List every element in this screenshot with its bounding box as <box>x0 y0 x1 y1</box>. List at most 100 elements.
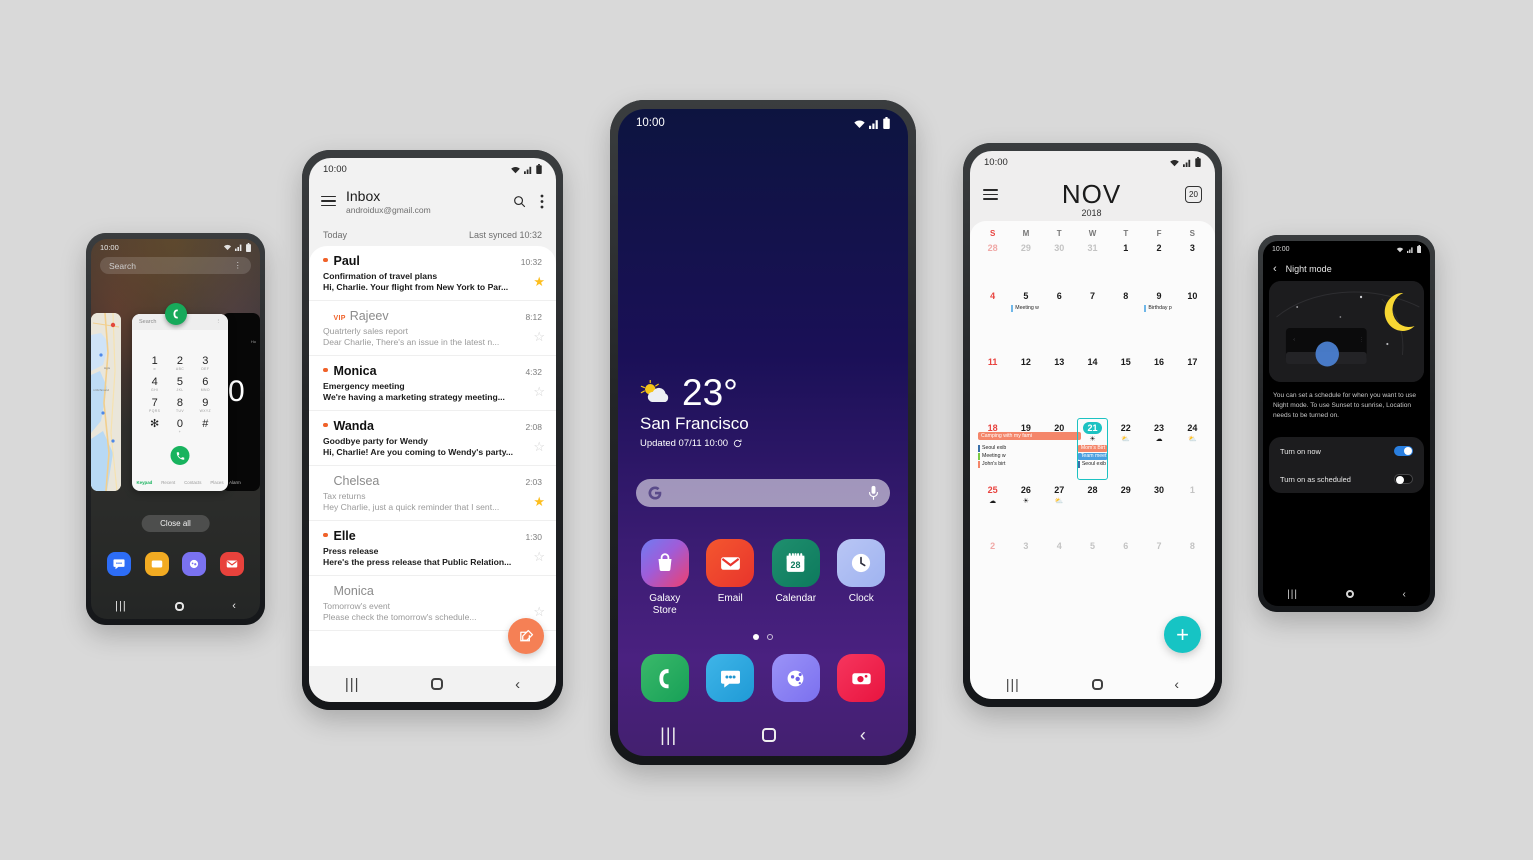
day-number[interactable]: 30 <box>1154 485 1164 495</box>
nav-back-button[interactable]: ‹ <box>1174 676 1179 692</box>
dial-key[interactable]: 0 + <box>167 419 192 435</box>
dial-key[interactable]: 8 TUV <box>167 398 192 414</box>
calendar-multiday-event[interactable]: Camping with my fami <box>978 432 1081 440</box>
contacts-app-icon[interactable] <box>182 552 207 576</box>
nav-home-button[interactable] <box>431 678 444 690</box>
day-number-selected[interactable]: 21 <box>1083 422 1102 434</box>
calendar-event[interactable]: Mom's Birt <box>1077 445 1108 452</box>
day-number[interactable]: 3 <box>1023 541 1028 551</box>
camera-app-icon[interactable] <box>837 654 886 702</box>
phone-app-icon[interactable] <box>164 303 187 325</box>
day-number[interactable]: 2 <box>1157 243 1162 253</box>
calendar-event[interactable]: Meeting w <box>978 453 1007 460</box>
search-icon[interactable] <box>512 194 527 209</box>
dial-key[interactable]: 5 JKL <box>167 377 192 393</box>
day-number[interactable]: 8 <box>1123 291 1128 301</box>
day-number[interactable]: 10 <box>1187 291 1197 301</box>
day-number[interactable]: 31 <box>1087 243 1097 253</box>
overflow-icon[interactable] <box>540 194 544 209</box>
nav-back-button[interactable]: ‹ <box>232 600 236 612</box>
app-clock[interactable]: Clock <box>833 539 889 617</box>
day-number[interactable]: 17 <box>1187 357 1197 367</box>
messages-app-icon[interactable] <box>106 552 131 576</box>
day-number[interactable]: 15 <box>1121 357 1131 367</box>
star-icon[interactable]: ☆ <box>533 550 545 563</box>
overflow-icon[interactable]: ⋮ <box>234 260 243 271</box>
table-row[interactable]: Chelsea 2:03 Tax returns Hey Charlie, ju… <box>309 466 556 521</box>
nav-recents-button[interactable]: ||| <box>660 725 677 746</box>
dialer-tab-recent[interactable]: Recent <box>161 480 175 485</box>
day-number[interactable]: 6 <box>1123 541 1128 551</box>
setting-turn-on-as-scheduled[interactable]: Turn on as scheduled <box>1269 465 1424 493</box>
star-icon[interactable]: ☆ <box>533 385 545 398</box>
star-icon[interactable]: ★ <box>533 275 545 288</box>
table-row[interactable]: Paul 10:32 Confirmation of travel plans … <box>309 246 556 301</box>
day-number[interactable]: 28 <box>988 243 998 253</box>
dialer-tab-keypad[interactable]: Keypad <box>136 480 152 485</box>
nav-recents-button[interactable]: ||| <box>345 676 360 693</box>
google-search-bar[interactable] <box>636 479 890 507</box>
recents-card-dialer[interactable]: Search ⋮ 1 ∞ 2 ABC 3 DEF 4 GHI 5 JKL 6 MNO 7 PQ… <box>132 314 228 491</box>
microphone-icon[interactable] <box>868 485 879 501</box>
app-email[interactable]: Email <box>702 539 758 617</box>
dial-key[interactable]: 9 WXYZ <box>193 398 218 414</box>
menu-icon[interactable] <box>983 186 998 203</box>
page-dot[interactable] <box>767 634 773 640</box>
star-icon[interactable]: ★ <box>533 495 545 508</box>
nav-home-button[interactable] <box>1091 678 1103 690</box>
call-button[interactable] <box>170 446 190 465</box>
dialer-tab-contacts[interactable]: Contacts <box>184 480 201 485</box>
calendar-event[interactable]: Seoul exib <box>978 445 1007 452</box>
weather-widget[interactable]: 23° San Francisco Updated 07/11 10:00 <box>640 374 749 450</box>
day-number[interactable]: 12 <box>1021 357 1031 367</box>
day-number[interactable]: 3 <box>1190 243 1195 253</box>
day-number[interactable]: 26 <box>1021 485 1031 495</box>
refresh-icon[interactable] <box>733 439 742 448</box>
today-button[interactable]: 20 <box>1185 186 1202 203</box>
dial-key[interactable]: 2 ABC <box>167 356 192 372</box>
day-number[interactable]: 23 <box>1154 423 1164 433</box>
messages-app-icon[interactable] <box>706 654 755 702</box>
nav-home-button[interactable] <box>174 601 184 611</box>
day-number[interactable]: 25 <box>988 485 998 495</box>
email-app-icon[interactable] <box>220 552 245 576</box>
recents-card-maps[interactable]: n Richmond Hgts <box>91 313 121 491</box>
calendar-grid[interactable]: S M T W T F S 28 29 30 31 1 2 3 4 5 Meet… <box>970 221 1215 669</box>
nav-back-button[interactable]: ‹ <box>860 725 866 746</box>
day-number[interactable]: 27 <box>1054 485 1064 495</box>
toggle-turn-on-now[interactable] <box>1394 446 1413 456</box>
day-number[interactable]: 9 <box>1157 291 1162 301</box>
day-number[interactable]: 24 <box>1187 423 1197 433</box>
day-number[interactable]: 28 <box>1087 485 1097 495</box>
day-number[interactable]: 29 <box>1021 243 1031 253</box>
calendar-event[interactable]: Birthday p <box>1144 305 1173 312</box>
table-row[interactable]: Wanda 2:08 Goodbye party for Wendy Hi, C… <box>309 411 556 466</box>
day-number[interactable]: 8 <box>1190 541 1195 551</box>
email-list[interactable]: Paul 10:32 Confirmation of travel plans … <box>309 246 556 666</box>
day-number[interactable]: 5 <box>1023 291 1028 301</box>
close-all-button[interactable]: Close all <box>141 515 210 532</box>
day-number[interactable]: 2 <box>990 541 995 551</box>
day-number[interactable]: 7 <box>1157 541 1162 551</box>
nav-recents-button[interactable]: ||| <box>1006 676 1020 692</box>
dial-key[interactable]: 6 MNO <box>193 377 218 393</box>
table-row[interactable]: Monica 4:32 Emergency meeting We're havi… <box>309 356 556 411</box>
dialer-tab-places[interactable]: Places <box>210 480 223 485</box>
nav-recents-button[interactable]: ||| <box>115 600 127 612</box>
dial-key[interactable]: 1 ∞ <box>142 356 167 372</box>
dial-key[interactable]: ✻ <box>142 419 167 434</box>
page-dot-active[interactable] <box>753 634 759 640</box>
day-number[interactable]: 4 <box>1057 541 1062 551</box>
app-calendar[interactable]: 28 Calendar <box>768 539 824 617</box>
day-number[interactable]: 13 <box>1054 357 1064 367</box>
gallery-app-icon[interactable] <box>144 552 169 576</box>
app-galaxy-store[interactable]: Galaxy Store <box>637 539 693 617</box>
day-number[interactable]: 22 <box>1121 423 1131 433</box>
day-number[interactable]: 14 <box>1087 357 1097 367</box>
dial-key[interactable]: 3 DEF <box>193 356 218 372</box>
calendar-event[interactable]: Seoul exib <box>1077 461 1107 468</box>
compose-button[interactable] <box>508 618 544 654</box>
nav-home-button[interactable] <box>1346 590 1355 598</box>
menu-icon[interactable] <box>321 193 336 210</box>
calendar-event[interactable]: Meeting w <box>1011 305 1040 312</box>
